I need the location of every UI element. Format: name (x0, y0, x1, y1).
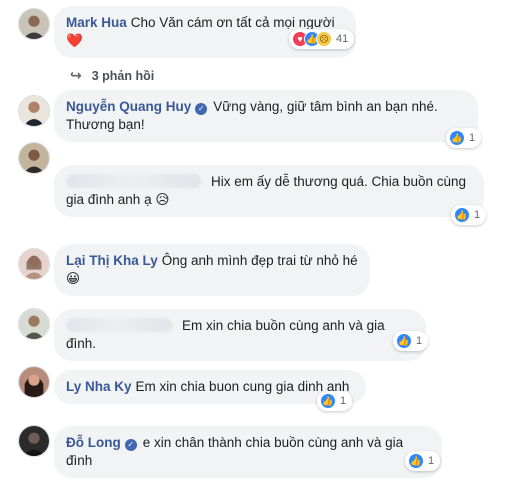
like-icon: 👍 (454, 207, 470, 223)
comment-bubble: Lại Thị Kha Ly Ông anh mình đẹp trai từ n… (54, 244, 370, 296)
heart-emoji: ❤️ (66, 33, 83, 48)
reaction-summary[interactable]: 👍 1 (405, 451, 441, 471)
avatar[interactable] (18, 8, 50, 40)
comment-author[interactable]: Lại Thị Kha Ly (66, 253, 158, 268)
comment-author[interactable]: Ly Nha Ky (66, 379, 132, 394)
like-icon: 👍 (396, 333, 412, 349)
reaction-count: 1 (340, 395, 347, 407)
grin-emoji: 😀 (66, 271, 81, 286)
reaction-count: 1 (416, 335, 423, 347)
reaction-count: 41 (336, 33, 349, 45)
redacted-author (66, 318, 172, 332)
like-icon: 👍 (320, 393, 336, 409)
avatar[interactable] (18, 366, 50, 398)
avatar[interactable] (18, 425, 50, 457)
comment-text: Em xin chia buon cung gia dinh anh (135, 379, 350, 394)
avatar[interactable] (18, 142, 50, 174)
reaction-summary[interactable]: 👍 1 (393, 331, 429, 351)
redacted-author (66, 174, 201, 188)
reaction-summary[interactable]: ♥ 👍 ☹ 41 (289, 29, 355, 49)
comment-text: Ông anh mình đẹp trai từ nhỏ hé (161, 253, 358, 268)
comment-text: Cho Văn cám ơn tất cả mọi người (130, 15, 335, 30)
view-replies-link[interactable]: ↪ 3 phản hồi (70, 67, 154, 84)
reaction-summary[interactable]: 👍 1 (317, 391, 353, 411)
reply-arrow-icon: ↪ (70, 67, 82, 83)
reaction-summary[interactable]: 👍 1 (446, 128, 482, 148)
comment-bubble: Nguyễn Quang Huy ✓ Vững vàng, giữ tâm bình… (54, 90, 478, 142)
verified-badge-icon: ✓ (124, 439, 137, 451)
sad-emoji: 😥 (155, 192, 170, 207)
reaction-summary[interactable]: 👍 1 (451, 205, 487, 225)
comment-bubble: Đỗ Long ✓ e xin chân thành chia buồn cùng … (54, 426, 442, 478)
comment-author[interactable]: Nguyễn Quang Huy (66, 99, 191, 114)
like-icon: 👍 (449, 130, 465, 146)
sad-icon: ☹ (316, 31, 332, 47)
reaction-count: 1 (428, 455, 435, 467)
comment-bubble: Hix em ấy dễ thương quá. Chia buồn cùng … (54, 165, 484, 217)
comment-author[interactable]: Đỗ Long (66, 435, 121, 450)
avatar[interactable] (18, 248, 50, 280)
comment-bubble: Em xin chia buồn cùng anh và gia đình. (54, 309, 426, 361)
replies-label: 3 phản hồi (91, 68, 155, 83)
comment-author[interactable]: Mark Hua (66, 15, 127, 30)
avatar[interactable] (18, 308, 50, 340)
reaction-count: 1 (469, 132, 476, 144)
verified-badge-icon: ✓ (195, 103, 208, 115)
avatar[interactable] (18, 95, 50, 127)
like-icon: 👍 (408, 453, 424, 469)
reaction-count: 1 (474, 209, 481, 221)
